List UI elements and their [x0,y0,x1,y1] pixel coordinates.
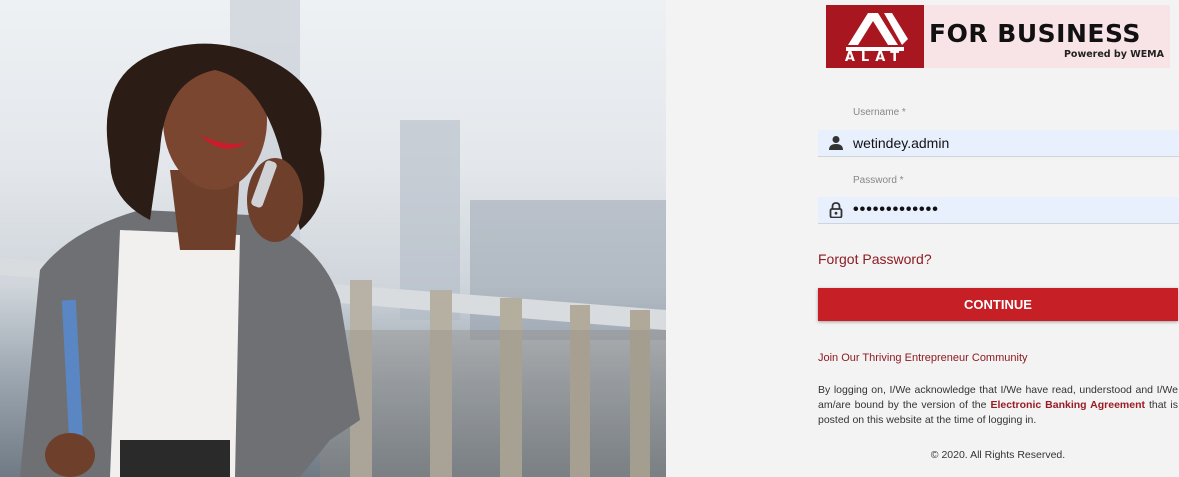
username-field[interactable]: wetindey.admin [818,130,1179,157]
legal-notice: By logging on, I/We acknowledge that I/W… [818,383,1178,428]
forgot-password-link[interactable]: Forgot Password? [818,251,932,267]
password-field[interactable]: ••••••••••••• [818,197,1179,224]
alat-for-business-logo: ALAT FOR BUSINESS Powered by WEMA [826,5,1170,68]
brand-name: FOR BUSINESS [929,19,1141,48]
login-panel: ALAT FOR BUSINESS Powered by WEMA Userna… [666,0,1179,477]
continue-button[interactable]: CONTINUE [818,288,1178,321]
alat-wordmark: ALAT [844,50,906,65]
alat-logo-mark: ALAT [826,5,924,68]
login-page: ALAT FOR BUSINESS Powered by WEMA Userna… [0,0,1179,477]
person-icon [818,130,853,157]
alat-mountain-icon [846,13,908,51]
hero-photo [0,0,666,477]
password-label: Password * [853,175,904,186]
lock-icon [818,197,853,224]
join-community-link[interactable]: Join Our Thriving Entrepreneur Community [818,352,1028,364]
password-value[interactable]: ••••••••••••• [853,201,939,219]
woman-on-phone-illustration [0,0,666,477]
electronic-banking-agreement-link[interactable]: Electronic Banking Agreement [990,399,1145,411]
powered-by: Powered by WEMA [1063,49,1164,60]
copyright: © 2020. All Rights Reserved. [930,449,1066,461]
brand-text: FOR BUSINESS Powered by WEMA [924,5,1170,68]
username-label: Username * [853,107,906,118]
username-value[interactable]: wetindey.admin [853,135,949,151]
